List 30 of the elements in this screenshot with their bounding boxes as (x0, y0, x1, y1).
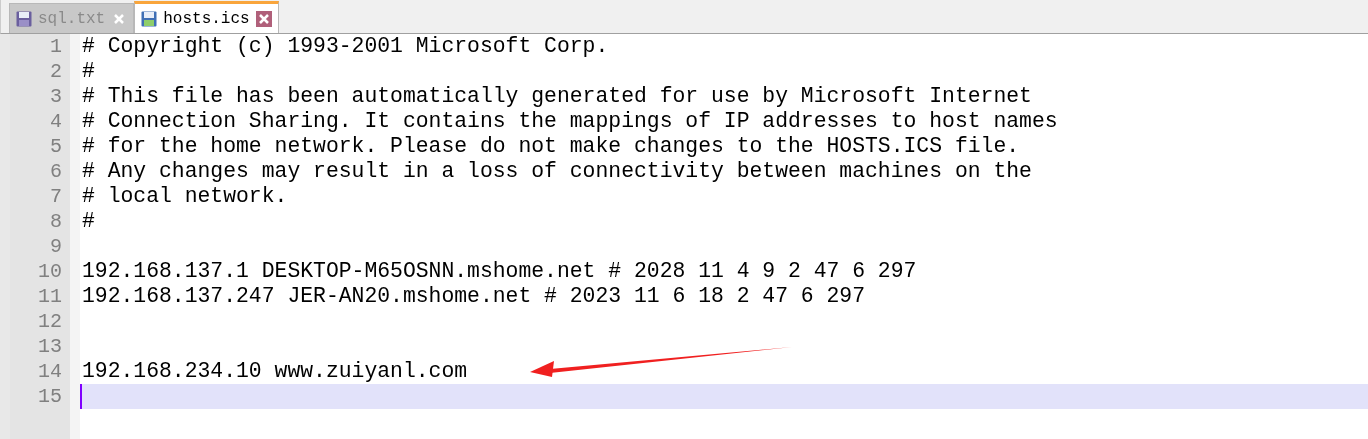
code-line: 192.168.137.1 DESKTOP-M65OSNN.mshome.net # 2028 11 4 9 2 47 6 297 (81, 259, 917, 284)
file-tab[interactable]: hosts.ics (134, 1, 279, 33)
line-number: 12 (37, 309, 63, 334)
line-number: 4 (49, 109, 63, 134)
tab-label: sql.txt (38, 9, 106, 28)
code-line: # for the home network. Please do not make changes to the HOSTS.ICS file. (81, 134, 1020, 159)
code-line: 192.168.137.247 JER-AN20.mshome.net # 2023 11 6 18 2 47 6 297 (81, 284, 866, 309)
line-number: 10 (37, 259, 63, 284)
line-number: 9 (49, 234, 63, 259)
close-icon[interactable] (255, 10, 272, 27)
code-line: # (81, 59, 95, 84)
line-number: 13 (37, 334, 63, 359)
code-line: # Connection Sharing. It contains the mappings of IP addresses to host names (81, 109, 1058, 134)
line-number: 3 (49, 84, 63, 109)
code-line: # (81, 209, 95, 234)
line-number: 14 (37, 359, 63, 384)
line-number: 2 (49, 59, 63, 84)
line-number: 11 (37, 284, 63, 309)
code-line: # This file has been automatically generated for use by Microsoft Internet (81, 84, 1032, 109)
code-line: # Any changes may result in a loss of connectivity between machines on the (81, 159, 1032, 184)
line-number: 7 (49, 184, 63, 209)
line-number: 1 (49, 34, 63, 59)
line-number: 15 (37, 384, 63, 409)
line-number: 6 (49, 159, 63, 184)
tab-label: hosts.ics (163, 9, 250, 28)
code-line: # local network. (81, 184, 288, 209)
code-line: # Copyright (c) 1993-2001 Microsoft Corp. (81, 34, 609, 59)
code-line: 192.168.234.10 www.zuiyanl.com (81, 359, 468, 384)
line-number: 8 (49, 209, 63, 234)
line-number: 5 (49, 134, 63, 159)
